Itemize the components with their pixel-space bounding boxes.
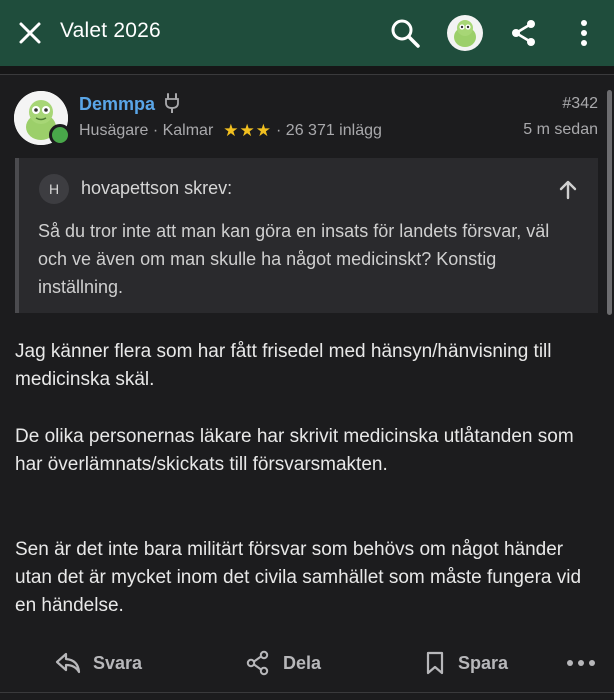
arrow-up-icon[interactable] [556,178,580,202]
share-icon [246,650,269,676]
post-actions: Svara Dela Spara [0,640,614,686]
search-icon[interactable] [388,16,422,50]
page-title: Valet 2026 [60,19,161,42]
meta-separator: · [276,122,286,139]
online-status-indicator [49,124,71,146]
share-icon[interactable] [508,17,540,49]
scrollbar[interactable] [607,90,612,315]
more-horiz-icon [567,660,595,666]
bookmark-icon [426,651,444,675]
post-time: 5 m sedan [523,121,598,138]
post-count: 26 371 inlägg [285,122,382,139]
reply-button[interactable]: Svara [55,640,142,686]
post-paragraph: Sen är det inte bara militärt försvar so… [15,539,582,616]
more-vert-icon[interactable] [573,17,595,49]
post-divider [0,692,614,693]
author-role: Husägare [79,122,149,139]
share-post-button[interactable]: Dela [245,640,321,686]
reply-label: Svara [93,652,143,673]
save-label: Spara [458,652,509,673]
rating-stars: ★★★ [223,121,273,140]
post-paragraph: Jag känner flera som har fått frisedel m… [15,341,552,390]
quote-author-avatar: H [39,174,69,204]
author-location: Kalmar [162,122,214,139]
author-name[interactable]: Demmpa [79,94,155,115]
post-number[interactable]: #342 [562,95,598,113]
app-bar: Valet 2026 [0,0,614,66]
user-avatar[interactable] [447,15,483,51]
plug-icon [165,93,179,113]
quote-text: Så du tror inte att man kan göra en insa… [38,221,550,297]
share-label: Dela [283,652,322,673]
save-button[interactable]: Spara [424,640,508,686]
meta-separator: · [148,122,163,139]
post-paragraph: De olika personernas läkare har skrivit … [15,426,574,475]
header-divider [0,66,614,75]
more-options-button[interactable] [566,640,608,686]
close-icon[interactable] [16,19,44,47]
quote-block: H hovapettson skrev: Så du tror inte att… [15,158,598,313]
reply-icon [55,652,81,674]
author-meta: Husägare · Kalmar ★★★ · 26 371 inlägg [79,121,382,141]
quote-author[interactable]: hovapettson skrev: [81,178,232,199]
